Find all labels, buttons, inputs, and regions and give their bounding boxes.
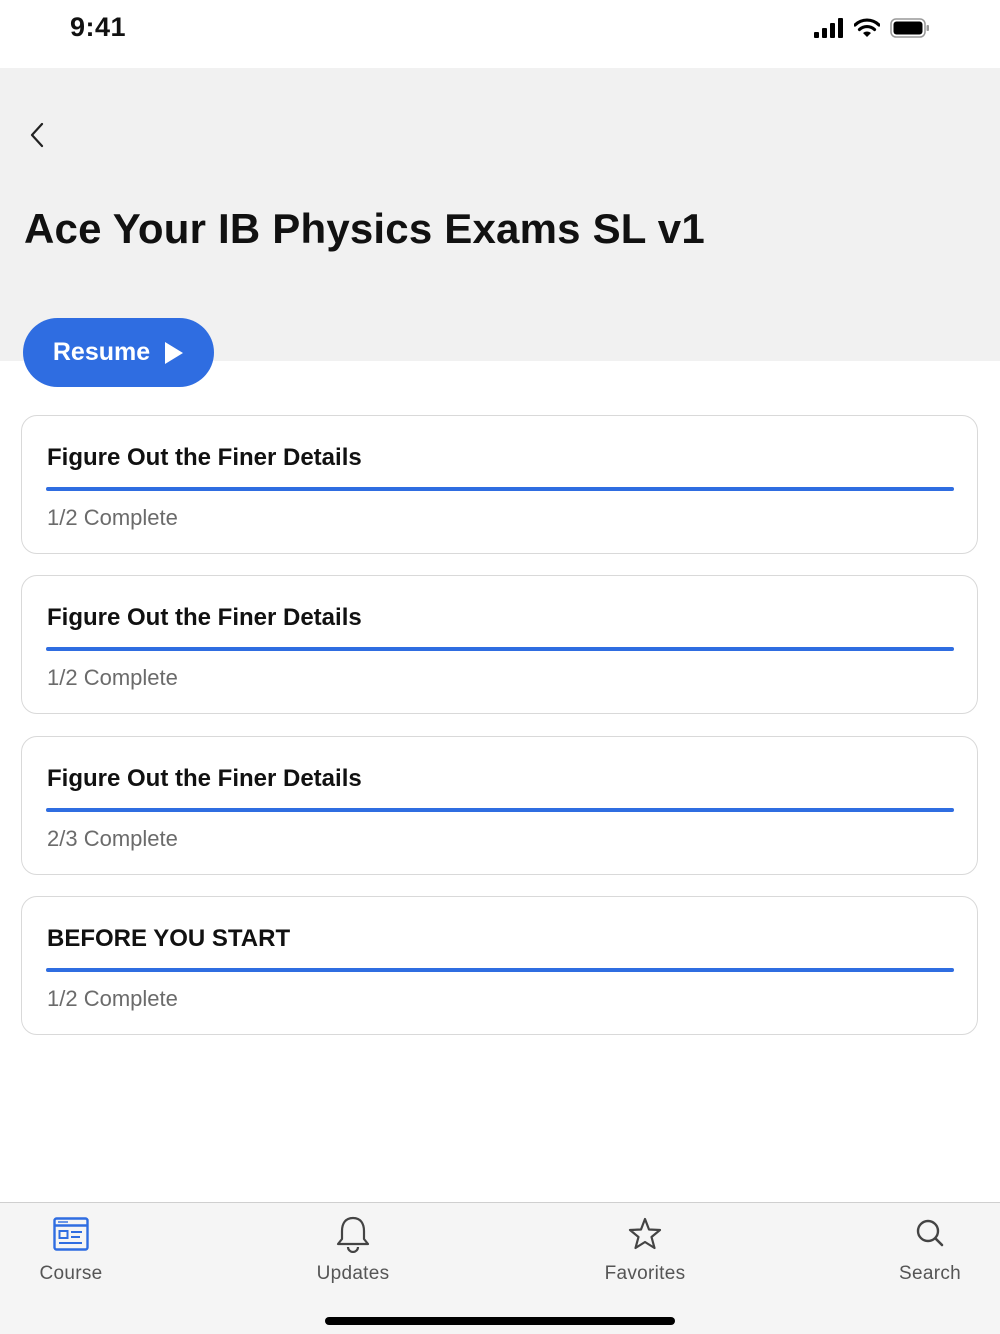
status-time: 9:41 <box>70 12 127 42</box>
back-button[interactable] <box>22 118 52 152</box>
tab-label: Course <box>39 1263 103 1284</box>
section-status: 1/2 Complete <box>47 986 178 1011</box>
search-icon <box>916 1219 944 1247</box>
section-title: Figure Out the Finer Details <box>47 604 362 631</box>
resume-label: Resume <box>52 338 151 366</box>
course-icon <box>53 1217 89 1251</box>
section-progress-fill <box>46 968 954 972</box>
section-progress-bar <box>46 487 954 491</box>
section-progress-fill <box>46 647 954 651</box>
section-status: 1/2 Complete <box>47 505 178 530</box>
chevron-left-icon <box>30 122 44 148</box>
home-indicator <box>325 1317 675 1325</box>
section-progress-bar <box>46 968 954 972</box>
battery-icon <box>890 18 930 43</box>
tab-search[interactable]: Search <box>895 1213 965 1285</box>
status-icons <box>814 18 930 43</box>
signal-icon <box>814 18 844 43</box>
status-bar: 9:41 <box>0 0 1000 68</box>
section-progress-bar <box>46 808 954 812</box>
section-progress-fill <box>46 487 954 491</box>
section-title: Figure Out the Finer Details <box>47 765 362 792</box>
section-card[interactable]: Figure Out the Finer Details 2/3 Complet… <box>21 736 978 875</box>
bell-icon <box>336 1216 370 1253</box>
section-card[interactable]: Figure Out the Finer Details 1/2 Complet… <box>21 575 978 714</box>
tab-course[interactable]: Course <box>35 1213 107 1285</box>
section-progress-fill <box>46 808 954 812</box>
tab-updates[interactable]: Updates <box>313 1213 393 1285</box>
star-icon <box>628 1217 662 1250</box>
resume-button[interactable]: Resume <box>23 318 214 387</box>
section-status: 2/3 Complete <box>47 826 178 851</box>
wifi-icon <box>853 18 881 43</box>
tab-label: Search <box>898 1263 961 1284</box>
tab-label: Favorites <box>604 1263 686 1284</box>
tab-bar: Course Updates Favorites Search <box>0 1202 1000 1334</box>
play-icon <box>165 341 184 364</box>
section-title: Figure Out the Finer Details <box>47 444 362 471</box>
section-card[interactable]: Figure Out the Finer Details 1/2 Complet… <box>21 415 978 554</box>
section-card[interactable]: BEFORE YOU START 1/2 Complete <box>21 896 978 1035</box>
page-title: Ace Your IB Physics Exams SL v1 <box>24 205 705 252</box>
section-title: BEFORE YOU START <box>47 925 291 952</box>
section-progress-bar <box>46 647 954 651</box>
tab-label: Updates <box>316 1263 390 1284</box>
tab-favorites[interactable]: Favorites <box>600 1213 690 1285</box>
section-status: 1/2 Complete <box>47 665 178 690</box>
